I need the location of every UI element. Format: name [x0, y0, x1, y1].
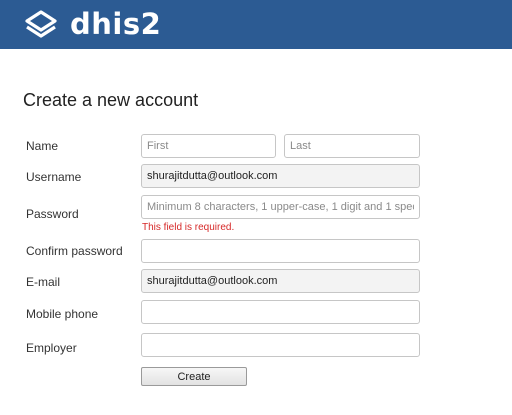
employer-label: Employer	[26, 341, 77, 355]
employer-input[interactable]	[141, 333, 420, 357]
create-button[interactable]: Create	[141, 367, 247, 386]
username-label: Username	[26, 170, 82, 184]
dhis2-logo-icon	[25, 10, 57, 38]
password-error-message: This field is required.	[142, 222, 235, 233]
password-input[interactable]	[141, 195, 420, 219]
top-header-bar: dhis2	[0, 0, 512, 49]
confirm-password-label: Confirm password	[26, 244, 123, 258]
name-label: Name	[26, 139, 59, 153]
dhis2-logo-text: dhis2	[70, 7, 162, 41]
confirm-password-input[interactable]	[141, 239, 420, 263]
mobile-phone-input[interactable]	[141, 300, 420, 324]
mobile-phone-label: Mobile phone	[26, 307, 99, 321]
email-label: E-mail	[26, 275, 61, 289]
last-name-input[interactable]	[284, 134, 420, 158]
password-label: Password	[26, 207, 79, 221]
first-name-input[interactable]	[141, 134, 276, 158]
page-title: Create a new account	[23, 90, 199, 110]
email-input[interactable]	[141, 269, 420, 293]
username-input[interactable]	[141, 164, 420, 188]
